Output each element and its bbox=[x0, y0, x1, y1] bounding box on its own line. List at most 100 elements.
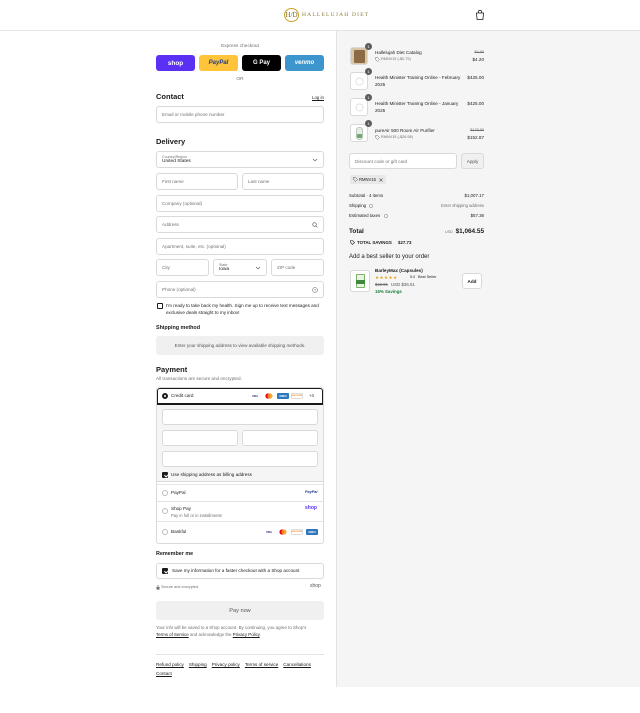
shipping-label: Shipping bbox=[349, 203, 367, 208]
secure-encrypted-label: Secure and encrypted bbox=[161, 585, 199, 589]
city-field[interactable]: City bbox=[156, 259, 209, 276]
address-placeholder: Address bbox=[162, 222, 179, 227]
footer-link-terms[interactable]: Terms of service bbox=[245, 662, 278, 667]
item-original-price: $4.95 bbox=[474, 50, 484, 54]
phone-field[interactable]: Phone (optional) ? bbox=[156, 281, 324, 298]
logo[interactable]: H/D HALLELUJAH DIET bbox=[284, 8, 369, 22]
email-field[interactable]: Email or mobile phone number bbox=[156, 106, 324, 123]
bestseller-title: Add a best seller to your order bbox=[349, 254, 430, 260]
country-select[interactable]: Country/Region United States bbox=[156, 151, 324, 168]
add-bestseller-button[interactable]: Add bbox=[462, 273, 482, 289]
logo-mark: H/D bbox=[284, 8, 299, 22]
taxes-value: $57.38 bbox=[470, 213, 484, 218]
item-price: $4.20 bbox=[472, 57, 485, 62]
applied-code-label: RMNV15 bbox=[359, 177, 376, 182]
footer-link-shipping[interactable]: Shipping bbox=[189, 662, 207, 667]
more-cards-count: +4 bbox=[309, 393, 314, 398]
footer-link-refund[interactable]: Refund policy bbox=[156, 662, 184, 667]
product-thumbnail-air-purifier bbox=[350, 124, 368, 142]
address-field[interactable]: Address bbox=[156, 216, 324, 233]
apartment-field[interactable]: Apartment, suite, etc. (optional) bbox=[156, 238, 324, 255]
bankful-option[interactable]: Bankful VISA DISCOVER AMEX bbox=[157, 521, 323, 543]
credit-card-option[interactable]: Credit card VISA AMEX DISCOVER +4 bbox=[157, 388, 323, 405]
item-price: $425.00 bbox=[467, 75, 484, 80]
card-name-field[interactable] bbox=[162, 451, 318, 467]
bankful-radio[interactable] bbox=[162, 529, 168, 535]
state-value: Iowa bbox=[219, 267, 230, 272]
terms-link[interactable]: Terms of Service bbox=[156, 632, 189, 637]
discount-code-field[interactable]: Discount code or gift card bbox=[349, 153, 457, 169]
shop-pay-button[interactable]: shop bbox=[156, 55, 195, 71]
taxes-label: Estimated taxes bbox=[349, 213, 381, 218]
contact-title: Contact bbox=[156, 92, 184, 101]
total-savings-value: $27.73 bbox=[398, 240, 412, 245]
help-circle-icon[interactable]: ? bbox=[312, 287, 318, 293]
bestseller-price: USD $36.51 bbox=[391, 282, 415, 287]
sms-optin-checkbox[interactable] bbox=[157, 303, 163, 309]
shoppay-option[interactable]: Shop Pay Pay in full or in installments … bbox=[157, 501, 323, 521]
search-icon bbox=[312, 222, 318, 228]
pay-now-button[interactable]: Pay now bbox=[156, 601, 324, 620]
billing-same-checkbox[interactable] bbox=[162, 472, 168, 478]
chevron-down-icon bbox=[255, 266, 261, 270]
country-value: United States bbox=[162, 159, 191, 164]
product-thumbnail-placeholder bbox=[350, 98, 368, 116]
credit-card-radio[interactable] bbox=[162, 393, 168, 399]
legal-line1: Your info will be saved to a Shop accoun… bbox=[156, 625, 307, 630]
help-circle-icon[interactable] bbox=[384, 214, 388, 218]
total-label: Total bbox=[349, 228, 364, 235]
venmo-button[interactable]: venmo bbox=[285, 55, 324, 71]
bankful-label: Bankful bbox=[171, 529, 187, 534]
state-select[interactable]: State Iowa bbox=[213, 259, 267, 276]
billing-same-label: Use shipping address as billing address bbox=[171, 472, 252, 477]
shipping-method-title: Shipping method bbox=[156, 325, 201, 331]
zip-field[interactable]: ZIP code bbox=[271, 259, 324, 276]
shoppay-radio[interactable] bbox=[162, 508, 168, 514]
card-expiry-field[interactable] bbox=[162, 430, 238, 446]
google-pay-button[interactable]: G Pay bbox=[242, 55, 281, 71]
remember-me-box: Save my information for a faster checkou… bbox=[156, 563, 324, 579]
subtotal-value: $1,007.17 bbox=[464, 193, 484, 198]
product-thumbnail-barleymax bbox=[350, 270, 370, 292]
apply-button[interactable]: Apply bbox=[461, 153, 484, 169]
paypal-radio[interactable] bbox=[162, 490, 168, 496]
company-field[interactable]: Company (optional) bbox=[156, 195, 324, 212]
total-savings-label: TOTAL SAVINGS bbox=[357, 240, 392, 245]
shipping-value: Enter shipping address bbox=[441, 203, 484, 208]
item-name: pureAir 500 Room Air Purifier bbox=[375, 128, 435, 133]
payment-options: Credit card VISA AMEX DISCOVER +4 Use sh… bbox=[156, 387, 324, 544]
paypal-option[interactable]: PayPal PayPal bbox=[157, 484, 323, 501]
footer-links: Refund policy Shipping Privacy policy Terms… bbox=[156, 654, 324, 678]
last-name-field[interactable]: Last name bbox=[242, 173, 324, 190]
total-value: $1,064.55 bbox=[455, 228, 484, 235]
sms-optin-text: I'm ready to take back my health. Sign m… bbox=[166, 302, 324, 316]
remember-me-title: Remember me bbox=[156, 551, 194, 557]
card-security-code-field[interactable] bbox=[242, 430, 318, 446]
image-placeholder-icon bbox=[355, 77, 364, 86]
footer-link-contact[interactable]: Contact bbox=[156, 671, 172, 676]
chevron-down-icon bbox=[312, 158, 318, 162]
quantity-badge: 1 bbox=[365, 68, 372, 75]
login-link[interactable]: Log in bbox=[312, 94, 324, 101]
first-name-placeholder: First name bbox=[162, 179, 184, 184]
save-info-checkbox[interactable] bbox=[162, 568, 168, 574]
logo-text: HALLELUJAH DIET bbox=[302, 12, 370, 18]
email-placeholder: Email or mobile phone number bbox=[162, 112, 225, 117]
card-number-field[interactable] bbox=[162, 409, 318, 425]
mastercard-icon bbox=[265, 393, 273, 399]
first-name-field[interactable]: First name bbox=[156, 173, 238, 190]
footer-link-cancellations[interactable]: Cancellations bbox=[283, 662, 311, 667]
close-icon[interactable] bbox=[379, 178, 383, 182]
footer-link-privacy[interactable]: Privacy policy bbox=[212, 662, 240, 667]
paypal-logo: PayPal bbox=[305, 490, 318, 494]
shopping-bag-icon[interactable] bbox=[474, 9, 486, 21]
tag-icon bbox=[350, 240, 355, 245]
bestseller-original-price: $42.95 bbox=[375, 282, 388, 287]
privacy-link[interactable]: Privacy Policy bbox=[233, 632, 260, 637]
amex-icon: AMEX bbox=[306, 529, 318, 535]
tag-icon bbox=[375, 135, 380, 140]
paypal-button[interactable]: PayPal bbox=[199, 55, 238, 71]
amex-icon: AMEX bbox=[277, 393, 289, 399]
rating-value: 5.0 bbox=[410, 275, 416, 279]
help-circle-icon[interactable] bbox=[369, 204, 373, 208]
